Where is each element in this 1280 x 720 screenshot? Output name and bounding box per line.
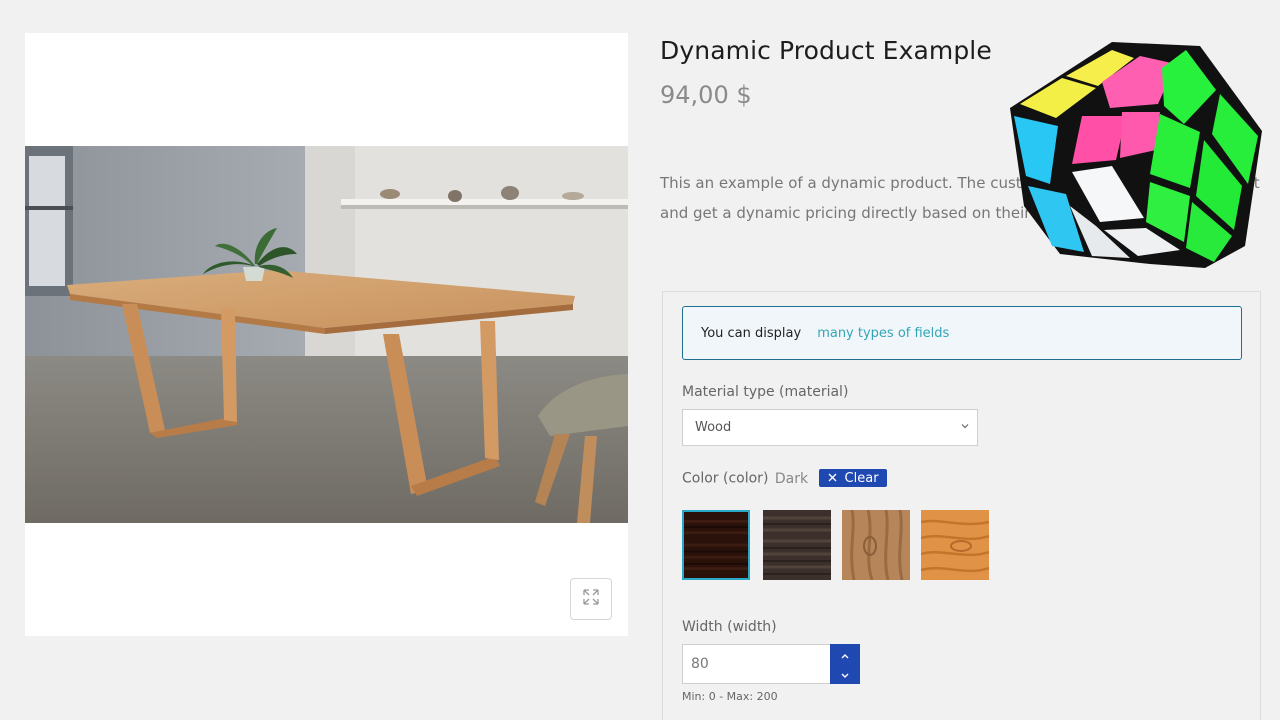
product-price: 94,00 $ bbox=[660, 81, 752, 109]
color-selected-value: Dark bbox=[774, 470, 809, 487]
swatch-dark-wood[interactable] bbox=[682, 510, 750, 580]
expand-icon bbox=[582, 588, 600, 610]
width-hint: Min: 0 - Max: 200 bbox=[682, 690, 778, 703]
chevron-up-icon bbox=[840, 645, 850, 664]
width-number-field: 80 bbox=[682, 644, 860, 684]
material-select-value: Wood bbox=[695, 420, 732, 435]
rubiks-cube-image bbox=[1000, 36, 1270, 276]
product-image[interactable] bbox=[25, 146, 628, 523]
chevron-down-icon bbox=[840, 665, 850, 684]
product-options-panel: You can display many types of fields Mat… bbox=[662, 291, 1261, 720]
notice-text: You can display bbox=[701, 325, 802, 341]
close-icon bbox=[828, 471, 837, 486]
swatch-weathered-wood[interactable] bbox=[763, 510, 831, 580]
decrement-button[interactable] bbox=[830, 664, 860, 684]
swatch-pine-wood[interactable] bbox=[921, 510, 989, 580]
clear-color-button[interactable]: Clear bbox=[818, 469, 887, 487]
width-label: Width (width) bbox=[682, 619, 777, 635]
increment-button[interactable] bbox=[830, 644, 860, 664]
clear-label: Clear bbox=[844, 470, 879, 486]
color-label: Color (color) bbox=[682, 470, 769, 487]
info-notice: You can display many types of fields bbox=[682, 306, 1242, 360]
width-input[interactable]: 80 bbox=[682, 644, 832, 684]
color-swatches bbox=[682, 510, 1002, 582]
material-label: Material type (material) bbox=[682, 384, 849, 400]
chevron-down-icon bbox=[959, 420, 971, 436]
product-title: Dynamic Product Example bbox=[660, 36, 992, 65]
swatch-light-oak[interactable] bbox=[842, 510, 910, 580]
product-gallery bbox=[25, 33, 628, 636]
zoom-button[interactable] bbox=[570, 578, 612, 620]
width-stepper bbox=[830, 644, 860, 684]
notice-highlight: many types of fields bbox=[817, 325, 950, 341]
width-input-value: 80 bbox=[691, 656, 709, 672]
material-select[interactable]: Wood bbox=[682, 409, 978, 446]
color-label-row: Color (color) Dark Clear bbox=[682, 469, 887, 487]
